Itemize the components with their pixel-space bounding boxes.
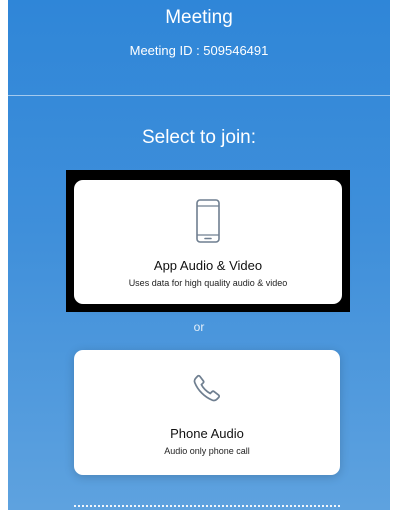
option-subtitle: Audio only phone call bbox=[164, 446, 250, 456]
bottom-divider bbox=[74, 505, 340, 507]
option-title: Phone Audio bbox=[170, 426, 244, 441]
page-title: Meeting bbox=[165, 7, 233, 28]
option-title: App Audio & Video bbox=[153, 258, 263, 273]
option-subtitle: Uses data for high quality audio & video bbox=[128, 278, 288, 288]
or-separator: or bbox=[193, 320, 205, 334]
join-audio-screen: Meeting Meeting ID : 509546491 Select to… bbox=[8, 0, 390, 510]
header: Meeting Meeting ID : 509546491 bbox=[8, 0, 390, 96]
app-audio-video-option[interactable]: App Audio & Video Uses data for high qua… bbox=[74, 180, 342, 304]
phone-audio-option[interactable]: Phone Audio Audio only phone call bbox=[74, 350, 340, 475]
phone-handset-icon bbox=[191, 372, 223, 409]
select-prompt: Select to join: bbox=[141, 127, 257, 148]
meeting-id: Meeting ID : 509546491 bbox=[129, 43, 269, 58]
smartphone-icon bbox=[195, 198, 221, 249]
